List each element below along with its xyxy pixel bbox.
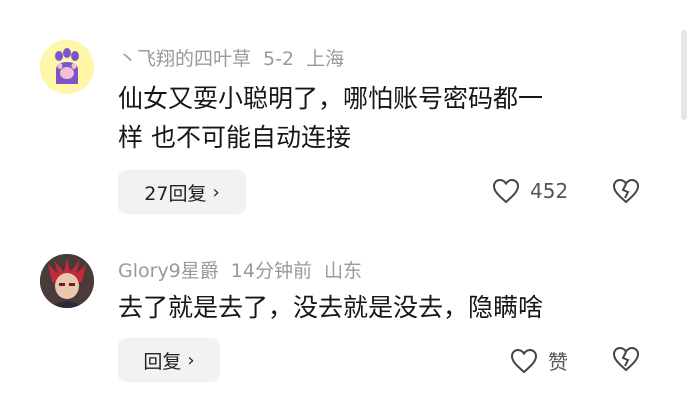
comment-text-line: 去了就是去了，没去就是没去，隐瞒啥 [118,293,544,322]
like-count: 赞 [548,350,568,374]
comment-date: 5-2 [263,48,295,70]
scrollbar[interactable] [681,30,687,120]
chevron-right-icon: › [212,181,220,203]
comment-meta: Glory9星爵 14分钟前 山东 [118,256,374,283]
dislike-button[interactable] [612,346,640,372]
like-button[interactable]: 452 [492,178,568,204]
heart-icon [492,178,520,204]
cat-paw-icon [40,40,94,94]
reply-label: 27回复 [144,182,207,205]
like-button[interactable]: 赞 [510,346,568,375]
comment-text: 去了就是去了，没去就是没去，隐瞒啥 [118,288,648,327]
comment-text-line: 仙女又耍小聪明了，哪怕账号密码都一 [118,84,544,113]
username[interactable]: Glory9星爵 [118,260,219,282]
like-count: 452 [530,179,569,203]
heart-icon [510,348,538,373]
comment-text-line: 样 也不可能自动连接 [118,123,351,152]
avatar[interactable] [40,40,94,94]
comment-text: 仙女又耍小聪明了，哪怕账号密码都一 样 也不可能自动连接 [118,79,648,157]
reply-label: 回复 [143,350,182,373]
comment-location: 上海 [306,48,345,70]
comment-date: 14分钟前 [230,260,312,282]
reply-button[interactable]: 回复 › [118,338,220,382]
comment-item: Glory9星爵 14分钟前 山东 去了就是去了，没去就是没去，隐瞒啥 回复 › 赞 [0,230,680,401]
comment-location: 山东 [323,260,362,282]
broken-heart-icon [612,178,640,204]
reply-button[interactable]: 27回复 › [118,170,246,214]
broken-heart-icon [612,346,640,372]
dislike-button[interactable] [612,178,640,204]
username[interactable]: 丶飞翔的四叶草 [118,48,251,70]
anime-character-avatar [40,254,94,308]
comment-item: 丶飞翔的四叶草 5-2 上海 仙女又耍小聪明了，哪怕账号密码都一 样 也不可能自动连… [0,0,680,230]
chevron-right-icon: › [187,349,195,371]
comment-meta: 丶飞翔的四叶草 5-2 上海 [118,44,356,71]
avatar[interactable] [40,254,94,308]
